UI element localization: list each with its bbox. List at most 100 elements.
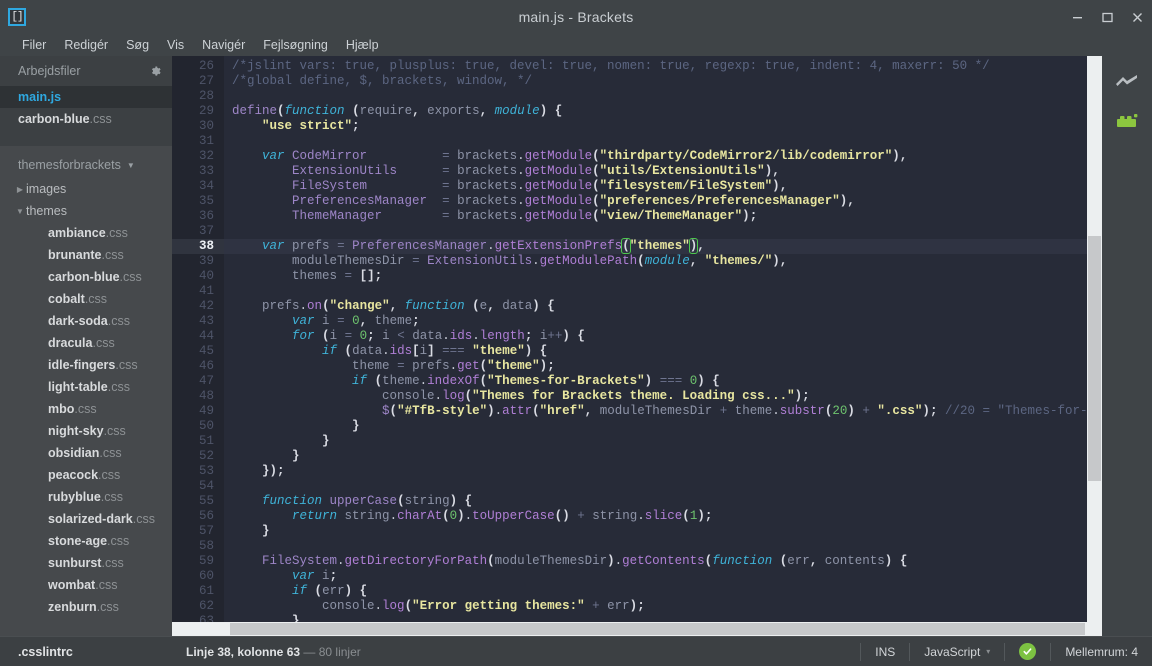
line-number[interactable]: 48 bbox=[172, 389, 224, 404]
code-line[interactable]: console.log("Error getting themes:" + er… bbox=[224, 599, 1102, 614]
code-line[interactable]: ThemeManager = brackets.getModule("view/… bbox=[224, 209, 1102, 224]
code-line[interactable]: if (data.ids[i] === "theme") { bbox=[224, 344, 1102, 359]
status-language-selector[interactable]: JavaScript ▾ bbox=[909, 643, 1004, 661]
tree-file-rubyblue[interactable]: rubyblue.css bbox=[0, 486, 172, 508]
tree-dir-themes[interactable]: ▼themes bbox=[0, 200, 172, 222]
tree-file-ambiance[interactable]: ambiance.css bbox=[0, 222, 172, 244]
code-line[interactable]: $("#TfB-style").attr("href", moduleTheme… bbox=[224, 404, 1102, 419]
status-indent-setting[interactable]: Mellemrum: 4 bbox=[1050, 643, 1152, 661]
line-number[interactable]: 56 bbox=[172, 509, 224, 524]
line-number[interactable]: 59 bbox=[172, 554, 224, 569]
horizontal-scrollbar-thumb[interactable] bbox=[230, 623, 1085, 635]
line-number[interactable]: 39 bbox=[172, 254, 224, 269]
code-line[interactable]: } bbox=[224, 614, 1102, 622]
code-line[interactable]: } bbox=[224, 449, 1102, 464]
tree-file-night-sky[interactable]: night-sky.css bbox=[0, 420, 172, 442]
line-number[interactable]: 26 bbox=[172, 59, 224, 74]
line-number[interactable]: 33 bbox=[172, 164, 224, 179]
code-area[interactable]: 2627282930313233343536373839404142434445… bbox=[172, 56, 1102, 622]
chevron-right-icon[interactable]: ▶ bbox=[14, 185, 26, 194]
line-number[interactable]: 30 bbox=[172, 119, 224, 134]
tree-file-cobalt[interactable]: cobalt.css bbox=[0, 288, 172, 310]
horizontal-scrollbar[interactable] bbox=[172, 622, 1102, 636]
menu-item-vis[interactable]: Vis bbox=[159, 36, 192, 54]
code-line[interactable]: function upperCase(string) { bbox=[224, 494, 1102, 509]
line-number[interactable]: 62 bbox=[172, 599, 224, 614]
line-number[interactable]: 35 bbox=[172, 194, 224, 209]
code-line[interactable]: FileSystem = brackets.getModule("filesys… bbox=[224, 179, 1102, 194]
line-number[interactable]: 43 bbox=[172, 314, 224, 329]
menu-item-filer[interactable]: Filer bbox=[14, 36, 54, 54]
code-line[interactable] bbox=[224, 479, 1102, 494]
line-number[interactable]: 50 bbox=[172, 419, 224, 434]
vertical-scrollbar-thumb[interactable] bbox=[1088, 236, 1101, 481]
code-line[interactable] bbox=[224, 134, 1102, 149]
code-line[interactable]: ExtensionUtils = brackets.getModule("uti… bbox=[224, 164, 1102, 179]
code-line[interactable]: /*jslint vars: true, plusplus: true, dev… bbox=[224, 59, 1102, 74]
menu-item-soeg[interactable]: Søg bbox=[118, 36, 157, 54]
code-line[interactable] bbox=[224, 284, 1102, 299]
code-line[interactable]: var CodeMirror = brackets.getModule("thi… bbox=[224, 149, 1102, 164]
code-line[interactable]: console.log("Themes for Brackets theme. … bbox=[224, 389, 1102, 404]
code-line[interactable]: if (err) { bbox=[224, 584, 1102, 599]
tree-file-sunburst[interactable]: sunburst.css bbox=[0, 552, 172, 574]
line-number[interactable]: 54 bbox=[172, 479, 224, 494]
line-number[interactable]: 34 bbox=[172, 179, 224, 194]
line-number[interactable]: 47 bbox=[172, 374, 224, 389]
working-file-carbon-blue-css[interactable]: carbon-blue.css bbox=[0, 108, 172, 130]
tree-file-obsidian[interactable]: obsidian.css bbox=[0, 442, 172, 464]
extension-manager-icon[interactable] bbox=[1114, 110, 1140, 132]
working-file-main-js[interactable]: main.js bbox=[0, 86, 172, 108]
line-number[interactable]: 60 bbox=[172, 569, 224, 584]
line-number[interactable]: 38 bbox=[172, 239, 224, 254]
line-number[interactable]: 51 bbox=[172, 434, 224, 449]
line-number[interactable]: 63 bbox=[172, 614, 224, 622]
code-line[interactable]: var i; bbox=[224, 569, 1102, 584]
code-line[interactable]: prefs.on("change", function (e, data) { bbox=[224, 299, 1102, 314]
tree-file-stone-age[interactable]: stone-age.css bbox=[0, 530, 172, 552]
code-line[interactable]: var i = 0, theme; bbox=[224, 314, 1102, 329]
tree-file-dark-soda[interactable]: dark-soda.css bbox=[0, 310, 172, 332]
line-number[interactable]: 57 bbox=[172, 524, 224, 539]
status-lint-indicator[interactable] bbox=[1004, 643, 1050, 661]
line-number[interactable]: 29 bbox=[172, 104, 224, 119]
line-number[interactable]: 53 bbox=[172, 464, 224, 479]
menu-item-hjaelp[interactable]: Hjælp bbox=[338, 36, 387, 54]
minimize-button[interactable] bbox=[1062, 0, 1092, 34]
chevron-down-icon[interactable]: ▼ bbox=[14, 207, 26, 216]
line-number[interactable]: 31 bbox=[172, 134, 224, 149]
code-line[interactable] bbox=[224, 224, 1102, 239]
tree-file-idle-fingers[interactable]: idle-fingers.css bbox=[0, 354, 172, 376]
line-number[interactable]: 40 bbox=[172, 269, 224, 284]
line-number[interactable]: 42 bbox=[172, 299, 224, 314]
code-line[interactable]: var prefs = PreferencesManager.getExtens… bbox=[224, 239, 1102, 254]
tree-file-wombat[interactable]: wombat.css bbox=[0, 574, 172, 596]
line-number[interactable]: 46 bbox=[172, 359, 224, 374]
tree-file-peacock[interactable]: peacock.css bbox=[0, 464, 172, 486]
code-content[interactable]: /*jslint vars: true, plusplus: true, dev… bbox=[224, 56, 1102, 622]
tree-file-brunante[interactable]: brunante.css bbox=[0, 244, 172, 266]
code-line[interactable]: } bbox=[224, 434, 1102, 449]
code-line[interactable]: theme = prefs.get("theme"); bbox=[224, 359, 1102, 374]
code-line[interactable]: } bbox=[224, 419, 1102, 434]
tree-file-mbo[interactable]: mbo.css bbox=[0, 398, 172, 420]
code-line[interactable]: define(function (require, exports, modul… bbox=[224, 104, 1102, 119]
line-number[interactable]: 44 bbox=[172, 329, 224, 344]
code-line[interactable] bbox=[224, 539, 1102, 554]
line-number[interactable]: 27 bbox=[172, 74, 224, 89]
line-number[interactable]: 32 bbox=[172, 149, 224, 164]
maximize-button[interactable] bbox=[1092, 0, 1122, 34]
code-line[interactable]: /*global define, $, brackets, window, */ bbox=[224, 74, 1102, 89]
code-line[interactable]: }); bbox=[224, 464, 1102, 479]
menu-item-fejlsoegning[interactable]: Fejlsøgning bbox=[255, 36, 336, 54]
tree-file-dracula[interactable]: dracula.css bbox=[0, 332, 172, 354]
code-line[interactable]: return string.charAt(0).toUpperCase() + … bbox=[224, 509, 1102, 524]
line-number[interactable]: 28 bbox=[172, 89, 224, 104]
line-number[interactable]: 49 bbox=[172, 404, 224, 419]
gear-icon[interactable] bbox=[149, 65, 162, 78]
tree-dir-images[interactable]: ▶images bbox=[0, 178, 172, 200]
line-number[interactable]: 61 bbox=[172, 584, 224, 599]
tree-file-light-table[interactable]: light-table.css bbox=[0, 376, 172, 398]
code-line[interactable]: PreferencesManager = brackets.getModule(… bbox=[224, 194, 1102, 209]
line-number[interactable]: 55 bbox=[172, 494, 224, 509]
